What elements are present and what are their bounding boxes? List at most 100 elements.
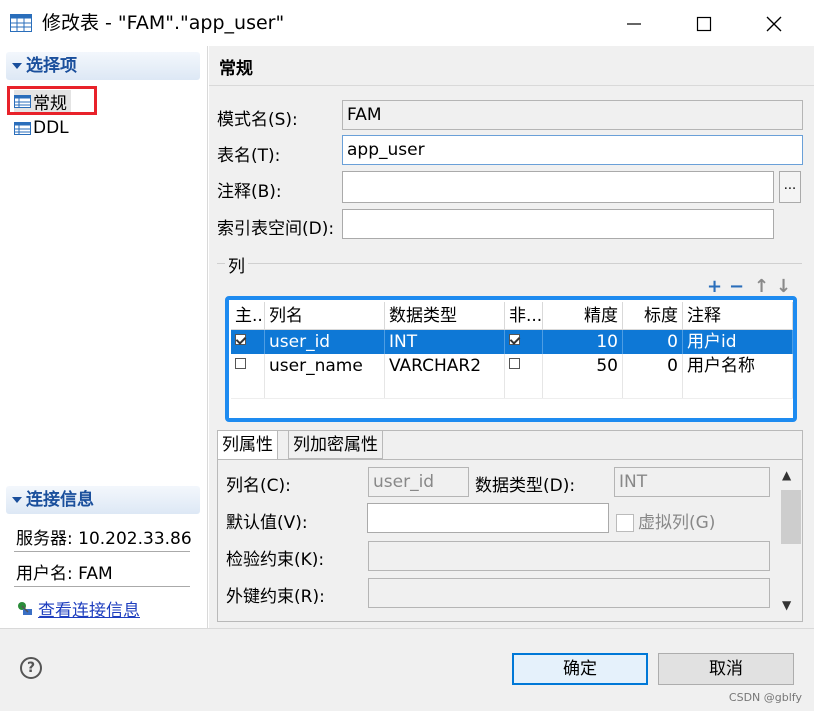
cell-scale: 0 — [623, 354, 683, 378]
colname-label: 列名(C): — [226, 476, 291, 496]
cell-type: INT — [385, 330, 505, 354]
divider — [14, 551, 190, 552]
notnull-checkbox[interactable] — [509, 333, 520, 345]
check-field[interactable] — [368, 541, 770, 571]
header-type[interactable]: 数据类型 — [385, 302, 505, 329]
columns-group-label: 列 — [225, 252, 248, 277]
header-pk[interactable]: 主... — [231, 302, 265, 329]
window-title: 修改表 - "FAM"."app_user" — [42, 12, 285, 34]
header-name[interactable]: 列名 — [265, 302, 385, 329]
section-options-label: 选择项 — [26, 56, 77, 76]
server-info: 服务器: 10.202.33.86 — [16, 529, 192, 549]
colname-value: user_id — [373, 472, 435, 492]
default-label: 默认值(V): — [226, 513, 308, 533]
table-row[interactable]: user_name VARCHAR2 50 0 用户名称 — [231, 354, 793, 378]
comment-label: 注释(B): — [217, 182, 282, 202]
table-row[interactable]: user_id INT 10 0 用户id — [231, 330, 793, 354]
cell-type: VARCHAR2 — [385, 354, 505, 378]
title-bar: 修改表 - "FAM"."app_user" — [0, 0, 814, 46]
cell-comment: 用户名称 — [683, 354, 793, 378]
section-connection-label: 连接信息 — [26, 490, 94, 510]
columns-table: 主... 列名 数据类型 非... 精度 标度 注释 user_id INT 1… — [225, 296, 797, 422]
table-name-field[interactable]: app_user — [342, 135, 803, 165]
page-title: 常规 — [219, 59, 253, 79]
tab-column-properties[interactable]: 列属性 — [218, 431, 278, 459]
nav-item-label: 常规 — [33, 93, 67, 114]
virtual-label: 虚拟列(G) — [638, 513, 716, 533]
ok-button[interactable]: 确定 — [512, 653, 648, 685]
minimize-icon — [627, 23, 641, 25]
cell-comment: 用户id — [683, 330, 793, 354]
cell-scale: 0 — [623, 330, 683, 354]
page-header — [209, 46, 814, 86]
datatype-field[interactable]: INT — [614, 467, 770, 497]
schema-label: 模式名(S): — [217, 110, 298, 130]
nav-item-general[interactable]: 常规 — [14, 90, 71, 114]
left-panel: 选择项 常规 DDL 连接信息 服务器: 10.202.33.86 用户名: F… — [0, 46, 208, 628]
divider — [14, 586, 190, 587]
help-icon[interactable]: ? — [20, 657, 42, 679]
nav-item-ddl[interactable]: DDL — [14, 117, 69, 139]
schema-field[interactable]: FAM — [342, 100, 803, 130]
move-up-button[interactable]: ↑ — [754, 276, 769, 297]
scroll-thumb[interactable] — [781, 490, 801, 544]
comment-more-button[interactable]: ... — [779, 171, 801, 203]
remove-column-button[interactable]: − — [729, 276, 744, 297]
cancel-button[interactable]: 取消 — [658, 653, 794, 685]
header-scale[interactable]: 标度 — [623, 302, 683, 329]
user-info: 用户名: FAM — [16, 564, 113, 584]
close-icon — [766, 16, 782, 32]
right-panel: 常规 模式名(S): FAM 表名(T): app_user 注释(B): ..… — [209, 46, 814, 628]
cell-precision: 10 — [543, 330, 623, 354]
section-options[interactable]: 选择项 — [6, 52, 200, 80]
datatype-label: 数据类型(D): — [475, 476, 576, 496]
datatype-value: INT — [619, 472, 648, 492]
dialog-footer: ? 确定 取消 CSDN @gblfy — [0, 628, 814, 711]
table-row-empty — [231, 378, 793, 398]
view-connection-link[interactable]: 查看连接信息 — [16, 596, 140, 621]
cell-name: user_id — [265, 330, 385, 354]
fk-label: 外键约束(R): — [226, 587, 325, 607]
collapse-icon — [12, 497, 22, 503]
scroll-down-icon[interactable]: ▼ — [782, 598, 791, 612]
header-precision[interactable]: 精度 — [543, 302, 623, 329]
fk-field[interactable] — [368, 578, 770, 608]
notnull-checkbox[interactable] — [509, 357, 520, 369]
table-icon — [10, 14, 32, 32]
view-connection-label: 查看连接信息 — [38, 601, 140, 621]
tab-body: 列名(C): user_id 数据类型(D): INT 默认值(V): 虚拟列(… — [218, 459, 802, 621]
cell-name: user_name — [265, 354, 385, 378]
nav-item-label: DDL — [33, 118, 69, 138]
colname-field[interactable]: user_id — [368, 467, 469, 497]
header-comment[interactable]: 注释 — [683, 302, 793, 329]
default-field[interactable] — [367, 503, 609, 533]
group-divider — [217, 263, 802, 264]
row-divider — [231, 398, 793, 399]
move-down-button[interactable]: ↓ — [776, 276, 791, 297]
pk-checkbox[interactable] — [235, 333, 246, 345]
pk-checkbox[interactable] — [235, 357, 246, 369]
tablespace-label: 索引表空间(D): — [217, 219, 335, 239]
check-label: 检验约束(K): — [226, 550, 325, 570]
minimize-button[interactable] — [616, 8, 652, 40]
connection-icon — [18, 601, 32, 615]
scroll-up-icon[interactable]: ▲ — [782, 468, 791, 482]
vertical-scrollbar[interactable]: ▲ ▼ — [778, 464, 801, 616]
table-icon — [14, 121, 31, 135]
table-icon — [14, 94, 31, 108]
section-connection[interactable]: 连接信息 — [6, 486, 200, 514]
tablespace-field[interactable] — [342, 209, 774, 239]
collapse-icon — [12, 63, 22, 69]
column-properties-panel: 列属性 列加密属性 列名(C): user_id 数据类型(D): INT 默认… — [217, 430, 803, 622]
add-column-button[interactable]: + — [707, 276, 722, 297]
close-button[interactable] — [756, 8, 792, 40]
table-header: 主... 列名 数据类型 非... 精度 标度 注释 — [231, 302, 793, 330]
watermark: CSDN @gblfy — [728, 691, 802, 704]
maximize-button[interactable] — [686, 8, 722, 40]
tab-column-encryption[interactable]: 列加密属性 — [288, 431, 383, 459]
maximize-icon — [696, 16, 712, 32]
comment-field[interactable] — [342, 171, 774, 203]
cell-precision: 50 — [543, 354, 623, 378]
header-notnull[interactable]: 非... — [505, 302, 543, 329]
virtual-checkbox[interactable] — [616, 514, 634, 532]
